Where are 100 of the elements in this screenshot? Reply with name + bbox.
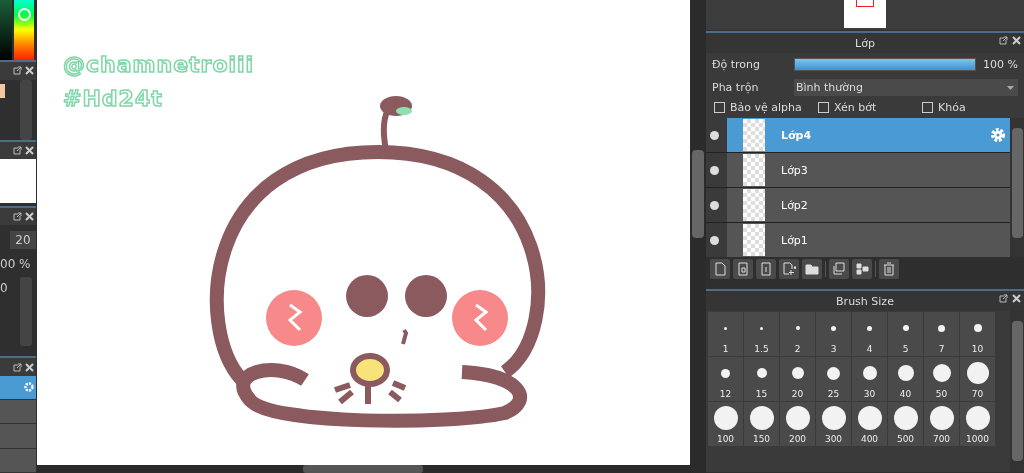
view-frame xyxy=(856,0,874,7)
close-icon[interactable] xyxy=(25,146,34,156)
brush-dot-icon xyxy=(862,366,877,380)
brush-size-item[interactable]: 200 xyxy=(780,402,815,446)
page-icon xyxy=(759,262,773,276)
undock-icon[interactable] xyxy=(13,146,22,156)
visibility-toggle[interactable] xyxy=(710,200,719,210)
visibility-toggle[interactable] xyxy=(710,235,719,245)
undock-icon[interactable] xyxy=(999,294,1008,303)
color-field[interactable] xyxy=(0,0,12,61)
brush-dot-icon xyxy=(831,325,836,331)
brush-dot-icon xyxy=(893,406,918,430)
brush-dot-icon xyxy=(724,326,727,330)
visibility-toggle[interactable] xyxy=(710,130,719,140)
panel-title: Brush Size xyxy=(836,294,894,308)
brush-size-item[interactable]: 100 xyxy=(708,402,743,446)
brush-dot-icon xyxy=(791,367,804,379)
option-checkbox[interactable]: Bảo vệ alpha xyxy=(714,101,818,114)
new-layer-8bit-button[interactable] xyxy=(733,259,753,279)
brush-dot-icon xyxy=(929,406,954,430)
brush-dot-icon xyxy=(756,368,767,378)
brush-size-item[interactable]: 15 xyxy=(744,357,779,401)
scroll-thumb[interactable] xyxy=(692,150,704,238)
brush-size-item[interactable]: 40 xyxy=(888,357,923,401)
blend-label: Pha trộn xyxy=(712,81,760,94)
brush-size-item[interactable]: 150 xyxy=(744,402,779,446)
close-icon[interactable] xyxy=(25,66,34,76)
caret-icon xyxy=(1007,85,1014,90)
brush-size-item[interactable]: 700 xyxy=(924,402,959,446)
brush-dot-icon xyxy=(760,326,763,330)
brush-size-item[interactable]: 30 xyxy=(852,357,887,401)
brush-size-item[interactable]: 10 xyxy=(960,312,995,356)
scroll-thumb[interactable] xyxy=(1011,321,1023,461)
layer-row[interactable]: Lớp2 xyxy=(706,188,1010,223)
panel-title: Lớp xyxy=(855,36,875,50)
brush-dot-icon xyxy=(749,406,774,430)
undock-icon[interactable] xyxy=(999,36,1008,45)
scroll-thumb[interactable] xyxy=(303,465,423,473)
brush-size-item[interactable]: 1.5 xyxy=(744,312,779,356)
duplicate-layer-button[interactable] xyxy=(829,259,849,279)
brush-size-item[interactable]: 12 xyxy=(708,357,743,401)
layer-row[interactable] xyxy=(0,375,36,401)
opacity-reading: 100 % xyxy=(982,58,1018,71)
brush-dot-icon xyxy=(965,406,990,430)
brush-size-item[interactable]: 300 xyxy=(816,402,851,446)
brush-size-item[interactable]: 7 xyxy=(924,312,959,356)
gear-icon[interactable] xyxy=(24,382,34,393)
new-layer-1bit-button[interactable] xyxy=(756,259,776,279)
visibility-toggle[interactable] xyxy=(710,165,719,175)
brush-size-item[interactable]: 20 xyxy=(780,357,815,401)
opacity-slider[interactable] xyxy=(795,59,975,70)
folder-button[interactable] xyxy=(802,259,822,279)
brush-dot-icon xyxy=(897,365,914,381)
brush-size-item[interactable]: 25 xyxy=(816,357,851,401)
layer-thumbnail xyxy=(743,189,765,221)
size-field[interactable]: 20 xyxy=(10,231,36,249)
brush-size-item[interactable]: 500 xyxy=(888,402,923,446)
brush-dot-icon xyxy=(721,368,730,378)
brush-size-item[interactable]: 70 xyxy=(960,357,995,401)
brush-size-item[interactable]: 4 xyxy=(852,312,887,356)
layer-row[interactable]: Lớp3 xyxy=(706,153,1010,188)
hue-bar[interactable] xyxy=(14,0,34,61)
blend-dropdown[interactable]: Bình thường xyxy=(794,79,1018,96)
brush-size-item[interactable]: 3 xyxy=(816,312,851,356)
brush-dot-icon xyxy=(938,324,945,332)
brush-dot-icon xyxy=(966,362,989,384)
option-checkbox[interactable]: Khóa xyxy=(922,101,1012,114)
undock-icon[interactable] xyxy=(13,212,22,222)
scroll-thumb[interactable] xyxy=(1011,128,1023,238)
brush-dot-icon xyxy=(902,325,909,331)
undock-icon[interactable] xyxy=(13,362,22,372)
brush-size-item[interactable]: 2 xyxy=(780,312,815,356)
opacity-value: 00 % xyxy=(0,256,32,271)
delete-layer-button[interactable] xyxy=(879,259,899,279)
brush-dot-icon xyxy=(973,324,982,332)
brush-dot-icon xyxy=(785,406,810,430)
brush-size-item[interactable]: 1 xyxy=(708,312,743,356)
close-icon[interactable] xyxy=(1012,36,1021,45)
gear-icon[interactable] xyxy=(990,127,1006,143)
close-icon[interactable] xyxy=(25,212,34,222)
close-icon[interactable] xyxy=(1012,294,1021,303)
copy-icon xyxy=(832,262,846,276)
brush-size-item[interactable]: 5 xyxy=(888,312,923,356)
opacity-label: Độ trong xyxy=(712,58,762,71)
page-plus-icon xyxy=(782,262,796,276)
brush-dot-icon xyxy=(867,325,872,331)
brush-size-item[interactable]: 50 xyxy=(924,357,959,401)
brush-size-item[interactable]: 1000 xyxy=(960,402,995,446)
brush-size-item[interactable]: 400 xyxy=(852,402,887,446)
brush-dot-icon xyxy=(932,364,951,382)
brush-stroke-preview xyxy=(0,159,36,204)
undock-icon[interactable] xyxy=(13,66,22,76)
add-layer-menu-button[interactable] xyxy=(779,259,799,279)
new-layer-button[interactable] xyxy=(710,259,730,279)
color-swatch[interactable] xyxy=(0,83,5,98)
hue-handle[interactable] xyxy=(18,8,31,21)
merge-layer-button[interactable] xyxy=(852,259,872,279)
option-checkbox[interactable]: Xén bớt xyxy=(818,101,922,114)
close-icon[interactable] xyxy=(25,362,34,372)
layer-thumbnail xyxy=(743,119,765,151)
